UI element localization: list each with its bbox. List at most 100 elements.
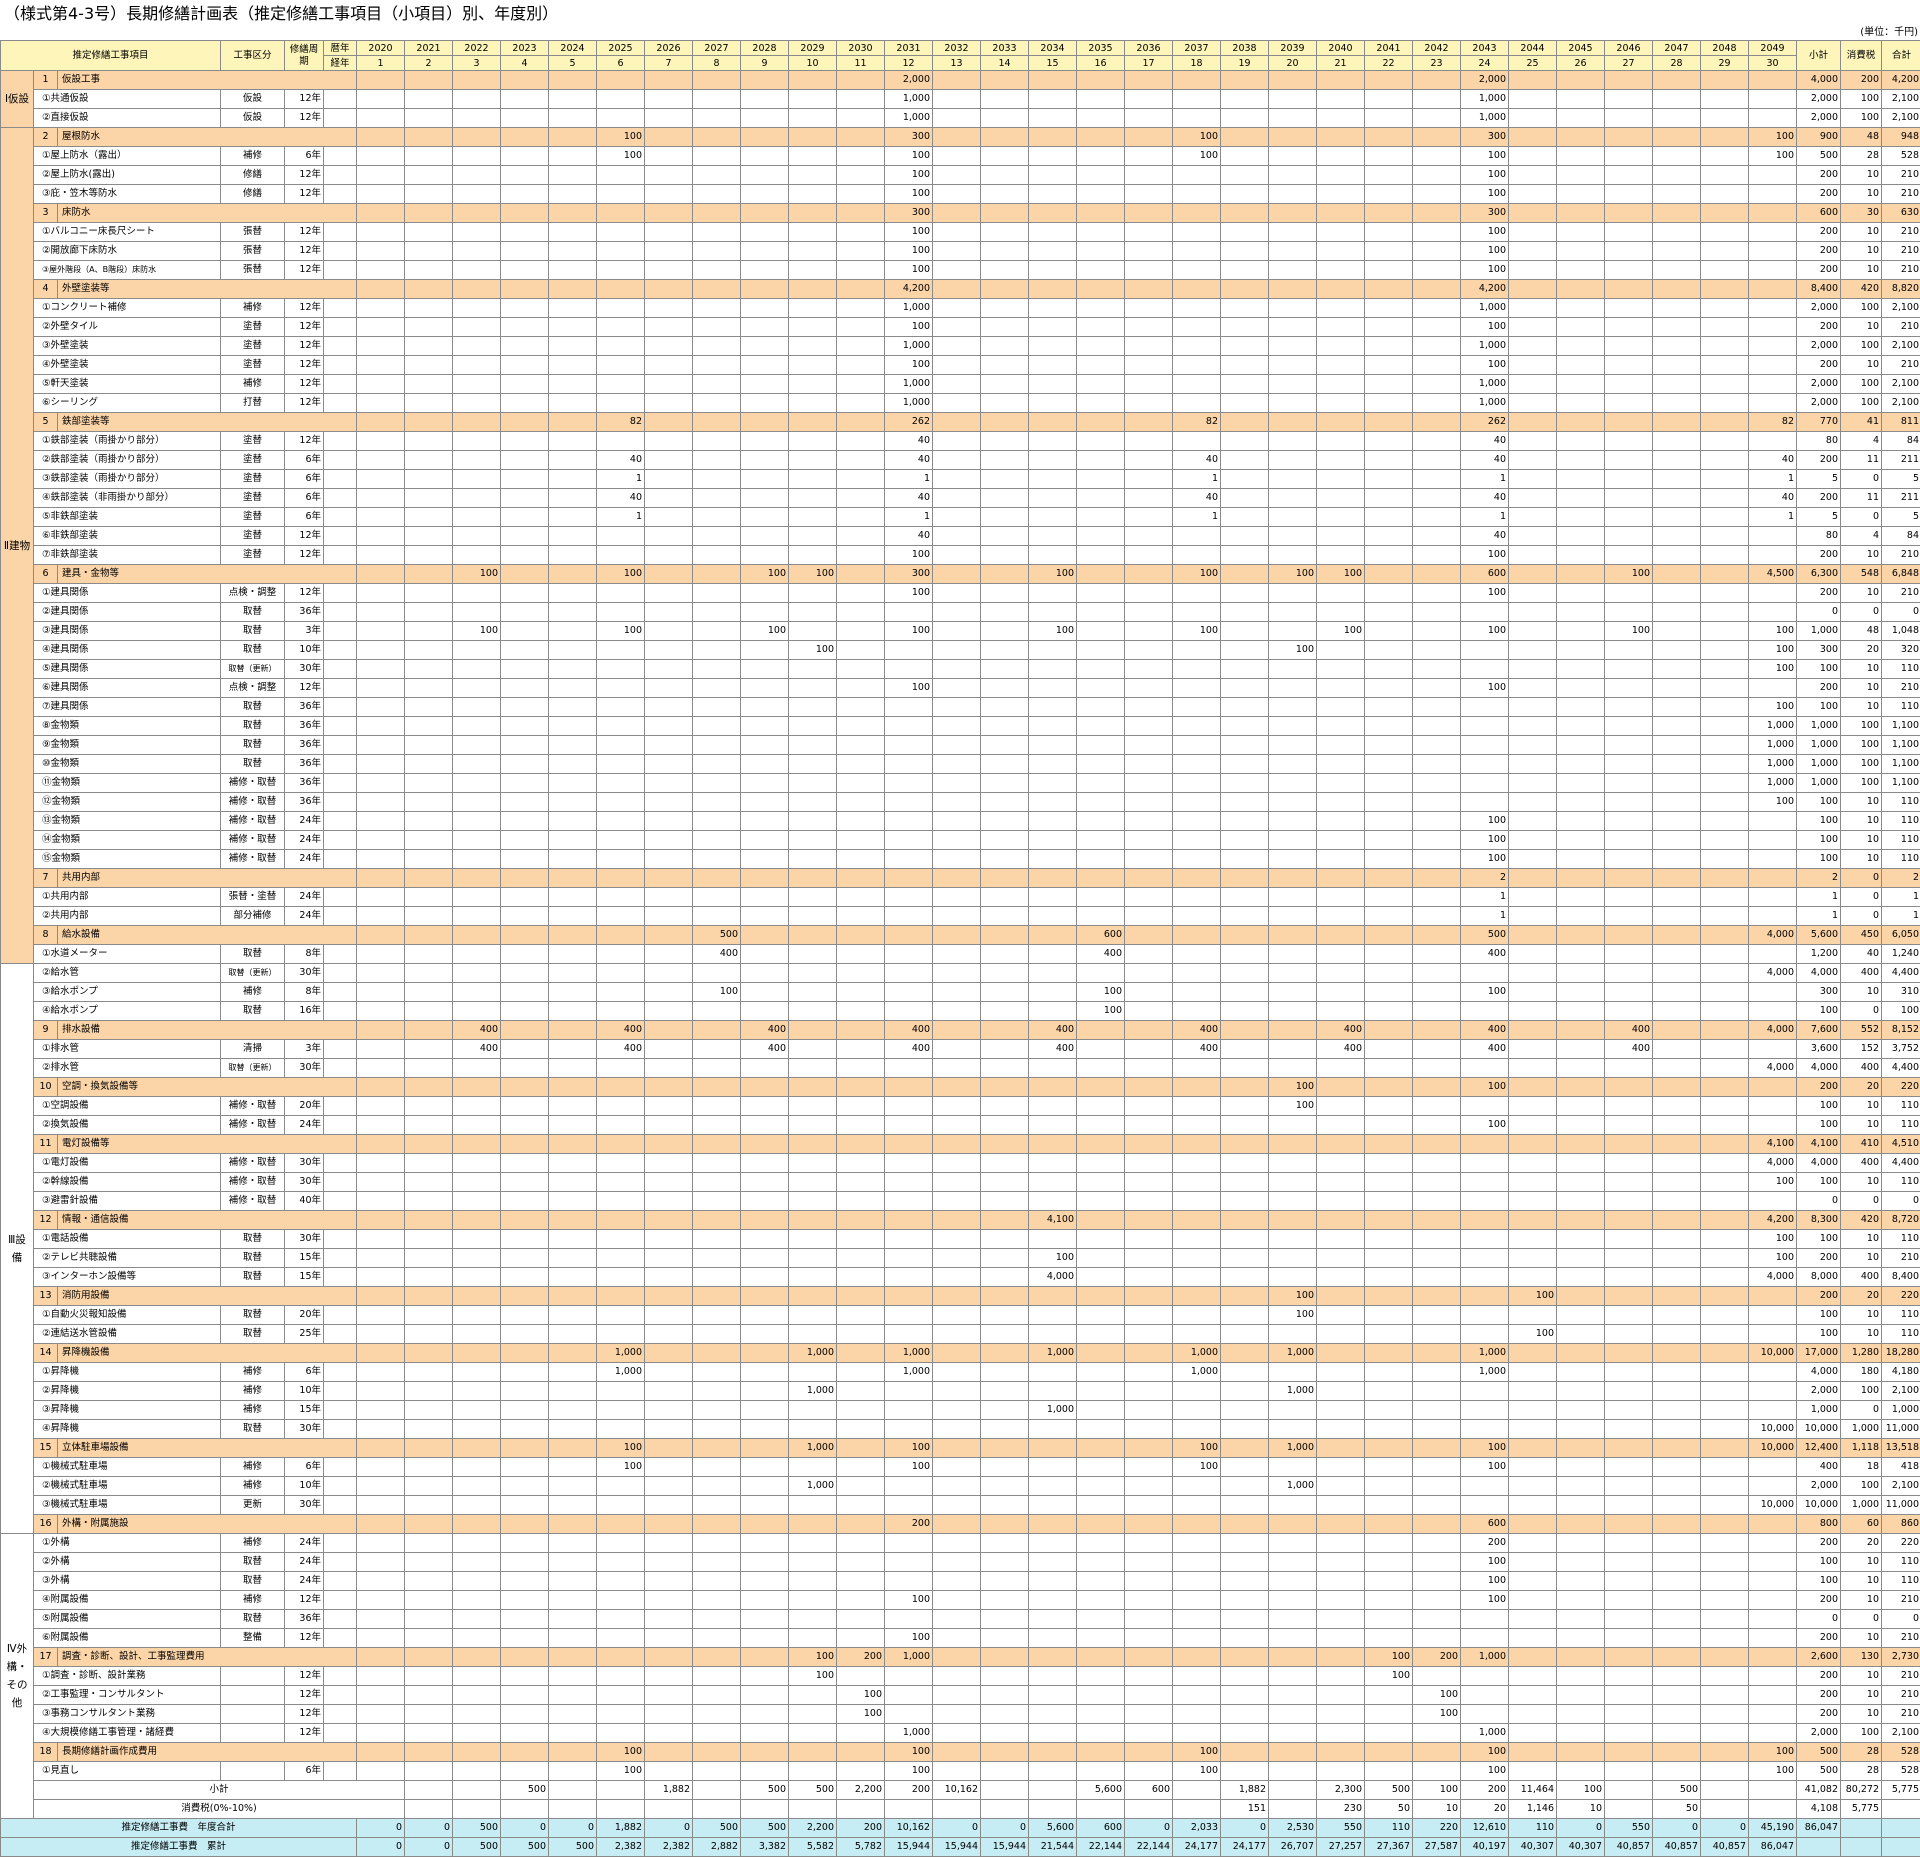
year-value: 100: [453, 622, 501, 641]
year-value: [789, 926, 837, 945]
year-value: [549, 356, 597, 375]
year-value: [885, 660, 933, 679]
year-value: [1221, 641, 1269, 660]
year-value: [645, 926, 693, 945]
category-number: 17: [34, 1648, 58, 1667]
year-value: [549, 1667, 597, 1686]
year-value: [1605, 527, 1653, 546]
year-value: [1653, 1477, 1701, 1496]
year-value: [741, 166, 789, 185]
category-name: 外構・附属施設: [58, 1515, 357, 1534]
year-value: 100: [1461, 679, 1509, 698]
year-value: [501, 1135, 549, 1154]
year-value: [1653, 945, 1701, 964]
year-value: [357, 1344, 405, 1363]
year-value: [1557, 280, 1605, 299]
year-value: [1269, 394, 1317, 413]
repair-cycle: 36年: [285, 793, 324, 812]
year-value: [501, 71, 549, 90]
item-row: ②排水管取替（更新）30年4,0004,0004004,400: [1, 1059, 1920, 1078]
tax-value: 10: [1841, 831, 1882, 850]
year-value: [1365, 451, 1413, 470]
tax-value: 1,000: [1841, 1420, 1882, 1439]
year-value: [1221, 603, 1269, 622]
cycle-spacer: [324, 945, 357, 964]
year-value: [453, 1762, 501, 1781]
item-name: ④昇降機: [34, 1420, 221, 1439]
item-name: ②建具関係: [34, 603, 221, 622]
year-value: [549, 1705, 597, 1724]
year-value: [741, 1420, 789, 1439]
year-value: [1413, 1553, 1461, 1572]
year-value: [1701, 1515, 1749, 1534]
year-value: [837, 242, 885, 261]
year-value: [1557, 1572, 1605, 1591]
total-value: 2,100: [1882, 375, 1920, 394]
year-value: [885, 1477, 933, 1496]
year-value: [885, 717, 933, 736]
year-value: [837, 926, 885, 945]
year-value: [1461, 774, 1509, 793]
total-value: 4,510: [1882, 1135, 1920, 1154]
year-value: [933, 204, 981, 223]
year-value: [693, 1002, 741, 1021]
year-value: [645, 1325, 693, 1344]
year-value: [405, 1192, 453, 1211]
year-value: [1749, 1553, 1797, 1572]
total-value: 5: [1882, 508, 1920, 527]
year-value: [741, 1154, 789, 1173]
year-value: [981, 527, 1029, 546]
year-value: [357, 660, 405, 679]
year-value: [1509, 1040, 1557, 1059]
year-value: [1509, 641, 1557, 660]
year-value: [1413, 1344, 1461, 1363]
year-value: [453, 1496, 501, 1515]
year-value: [645, 1686, 693, 1705]
year-value: [501, 1344, 549, 1363]
year-value: [693, 1401, 741, 1420]
year-value: [1701, 546, 1749, 565]
year-value: [1413, 318, 1461, 337]
work-type: 補修・取替: [221, 1097, 285, 1116]
year-value: [885, 1002, 933, 1021]
year-value: [789, 337, 837, 356]
year-value: [1317, 1268, 1365, 1287]
year-value: [981, 1021, 1029, 1040]
header-elapsed: 13: [933, 56, 981, 71]
tax-value: 10: [1841, 1686, 1882, 1705]
year-value: [1221, 1230, 1269, 1249]
year-value: [1749, 1629, 1797, 1648]
year-value: [597, 1382, 645, 1401]
year-value: 100: [1173, 622, 1221, 641]
year-value: [1365, 1249, 1413, 1268]
year-value: [1557, 926, 1605, 945]
year-value: [1125, 603, 1173, 622]
subtotal-value: 200: [1797, 679, 1841, 698]
year-value: 1: [885, 470, 933, 489]
year-value: [597, 1154, 645, 1173]
year-value: [885, 1420, 933, 1439]
year-value: [885, 1173, 933, 1192]
year-value: 100: [741, 622, 789, 641]
totals-year-value: [741, 1800, 789, 1819]
totals-year-value: 15,944: [933, 1838, 981, 1857]
year-value: [1557, 983, 1605, 1002]
year-value: [1269, 869, 1317, 888]
year-value: [1413, 1230, 1461, 1249]
year-value: [789, 204, 837, 223]
year-value: [981, 1116, 1029, 1135]
year-value: [1653, 1116, 1701, 1135]
year-value: 40: [1461, 527, 1509, 546]
year-value: [501, 926, 549, 945]
year-value: [837, 223, 885, 242]
totals-year-value: 5,582: [789, 1838, 837, 1857]
year-value: [1509, 1572, 1557, 1591]
item-row: ①排水管清掃3年4004004004004004004004004003,600…: [1, 1040, 1920, 1059]
year-value: [645, 1363, 693, 1382]
year-value: [1557, 945, 1605, 964]
year-value: [1221, 1610, 1269, 1629]
year-value: [741, 1192, 789, 1211]
item-name: ⑤附属設備: [34, 1610, 221, 1629]
year-value: [1605, 755, 1653, 774]
year-value: [1317, 793, 1365, 812]
